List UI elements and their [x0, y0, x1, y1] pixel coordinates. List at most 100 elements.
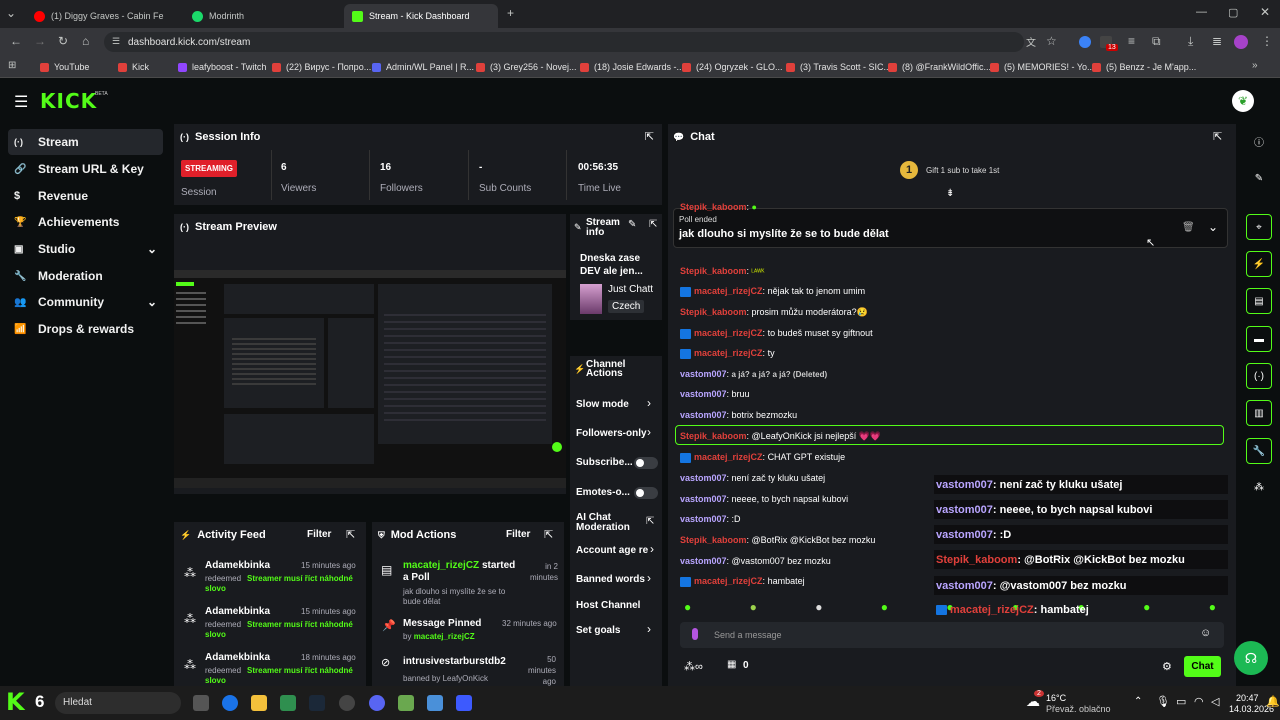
user-avatar[interactable]: ❦: [1232, 90, 1254, 112]
send-chat-button[interactable]: Chat: [1184, 656, 1221, 677]
minimize-icon[interactable]: —: [1196, 6, 1207, 18]
menu-kebab-icon[interactable]: ⋮: [1261, 34, 1273, 48]
translate-icon[interactable]: 文: [1026, 34, 1036, 49]
poll-banner[interactable]: Poll ended jak dlouho si myslíte že se t…: [673, 208, 1228, 248]
database-icon[interactable]: ≡: [1128, 34, 1135, 48]
broadcast-icon[interactable]: (·): [1246, 363, 1272, 389]
bookmark[interactable]: (18) Josie Edwards -...: [580, 62, 684, 72]
nav-drops-rewards[interactable]: 📶 Drops & rewards: [8, 316, 163, 342]
hamburger-menu-icon[interactable]: ☰: [14, 92, 28, 112]
nav-stream[interactable]: (·) Stream: [8, 129, 163, 155]
chat-username[interactable]: vastom007: [680, 369, 727, 379]
chat-bubble-icon[interactable]: ▬: [1246, 326, 1272, 352]
microphone-icon[interactable]: [692, 628, 698, 640]
popout-icon[interactable]: ⇱: [1213, 130, 1222, 143]
chat-username[interactable]: vastom007: [680, 556, 727, 566]
apps-grid-icon[interactable]: ⊞: [8, 60, 16, 71]
chevron-right-icon[interactable]: ›: [647, 622, 651, 636]
taskbar-search[interactable]: Hledat: [55, 692, 181, 714]
task-view-icon[interactable]: [193, 695, 209, 711]
emote-icon[interactable]: ●: [815, 600, 822, 616]
mod-user[interactable]: macatej_rizejCZ: [403, 560, 479, 571]
monitor-icon[interactable]: ▭: [1176, 695, 1186, 708]
activity-user[interactable]: Adamekbinka: [205, 560, 270, 571]
nav-stream-url-key[interactable]: 🔗 Stream URL & Key: [8, 156, 163, 182]
chat-username[interactable]: vastom007: [680, 494, 727, 504]
home-icon[interactable]: ⌂: [82, 34, 89, 48]
emotes-only-toggle[interactable]: [634, 487, 658, 499]
nav-moderation[interactable]: 🔧 Moderation: [8, 263, 163, 289]
clip-icon[interactable]: ⌖: [1246, 214, 1272, 240]
chat-username[interactable]: vastom007: [680, 473, 727, 483]
emote-icon[interactable]: ●: [684, 600, 691, 616]
bookmark[interactable]: (5) Benzz - Je M'app...: [1092, 62, 1196, 72]
action-set-goals[interactable]: Set goals: [576, 625, 620, 636]
action-account-age[interactable]: Account age re: [576, 545, 648, 556]
profile-avatar[interactable]: [1234, 35, 1248, 49]
chat-input[interactable]: Send a message ☺: [680, 622, 1224, 648]
notification-bell-icon[interactable]: 🔔: [1266, 695, 1280, 708]
tray-chevron-icon[interactable]: ⌃: [1134, 696, 1142, 707]
bookmark[interactable]: YouTube: [40, 62, 89, 72]
settings-gear-icon[interactable]: ⚙: [1162, 660, 1172, 673]
gift-leaderboard-text[interactable]: Gift 1 sub to take 1st: [926, 166, 999, 175]
minecraft-icon[interactable]: [398, 695, 414, 711]
stream-video[interactable]: [174, 270, 566, 488]
info-icon[interactable]: ⓘ: [1246, 128, 1272, 154]
filter-button[interactable]: Filter: [307, 529, 331, 540]
puzzle-icon[interactable]: ⧉: [1152, 34, 1161, 49]
edit-icon[interactable]: ✎: [628, 219, 636, 230]
pencil-icon[interactable]: ✎: [1246, 165, 1272, 191]
discord-icon[interactable]: [369, 695, 385, 711]
chat-username[interactable]: macatej_rizejCZ: [694, 348, 763, 358]
kick-logo-icon[interactable]: K: [6, 688, 25, 716]
site-info-icon[interactable]: ☰: [112, 36, 120, 47]
action-followers-only[interactable]: Followers-only: [576, 428, 647, 439]
stack-icon[interactable]: ▥: [1246, 400, 1272, 426]
users-icon[interactable]: ⁂∞: [684, 660, 703, 673]
chat-username[interactable]: vastom007: [680, 389, 727, 399]
chat-username[interactable]: macatej_rizejCZ: [694, 286, 763, 296]
chat-username[interactable]: Stepik_kaboom: [680, 431, 747, 441]
nav-community[interactable]: 👥 Community ⌄: [8, 289, 163, 315]
notepad-icon[interactable]: [427, 695, 443, 711]
maximize-icon[interactable]: ▢: [1228, 6, 1238, 19]
chrome-icon[interactable]: [222, 695, 238, 711]
forward-icon[interactable]: →: [34, 34, 46, 48]
back-icon[interactable]: ←: [10, 34, 22, 48]
activity-user[interactable]: Adamekbinka: [205, 652, 270, 663]
chat-username[interactable]: vastom007: [680, 514, 727, 524]
bookmark[interactable]: (5) MEMORIES! - Yo...: [990, 62, 1095, 72]
chevron-right-icon[interactable]: ›: [650, 542, 654, 556]
bookmark[interactable]: Kick: [118, 62, 149, 72]
chevron-right-icon[interactable]: ›: [647, 571, 651, 585]
chat-username[interactable]: Stepik_kaboom: [680, 535, 747, 545]
mod-user[interactable]: macatej_rizejCZ: [414, 632, 475, 641]
chat-username[interactable]: macatej_rizejCZ: [694, 452, 763, 462]
chat-username[interactable]: Stepik_kaboom: [680, 202, 747, 212]
notes-icon[interactable]: ▤: [1246, 288, 1272, 314]
bookmark[interactable]: (22) Вирус - Попро...: [272, 62, 371, 72]
bookmark[interactable]: (24) Ogryzek - GLO...: [682, 62, 783, 72]
bookmark[interactable]: (8) @FrankWildOffic...: [888, 62, 991, 72]
action-slow-mode[interactable]: Slow mode: [576, 399, 629, 410]
bookmark[interactable]: leafyboost - Twitch: [178, 62, 266, 72]
nav-studio[interactable]: ▣ Studio ⌄: [8, 236, 163, 262]
gift-icon[interactable]: ▦: [727, 659, 736, 670]
obs-icon[interactable]: [339, 695, 355, 711]
extension-icon[interactable]: [1079, 36, 1091, 48]
chat-username[interactable]: macatej_rizejCZ: [694, 576, 763, 586]
bookmark[interactable]: (3) Grey256 - Novej...: [476, 62, 577, 72]
nav-achievements[interactable]: 🏆 Achievements: [8, 209, 163, 235]
activity-user[interactable]: Adamekbinka: [205, 606, 270, 617]
kick-logo[interactable]: KICK: [40, 89, 97, 113]
new-tab-icon[interactable]: +: [507, 6, 514, 20]
wifi-icon[interactable]: ◠: [1194, 695, 1204, 708]
bookmark[interactable]: (3) Travis Scott - SIC...: [786, 62, 891, 72]
bookmark[interactable]: Admin/WL Panel | R...: [372, 62, 474, 72]
chat-username[interactable]: vastom007: [680, 410, 727, 420]
browser-tab-kick[interactable]: Stream - Kick Dashboard: [344, 4, 498, 28]
url-field[interactable]: ☰ dashboard.kick.com/stream: [104, 32, 1024, 52]
popout-icon[interactable]: ⇱: [645, 130, 654, 143]
emoji-icon[interactable]: ☺: [1200, 627, 1211, 639]
